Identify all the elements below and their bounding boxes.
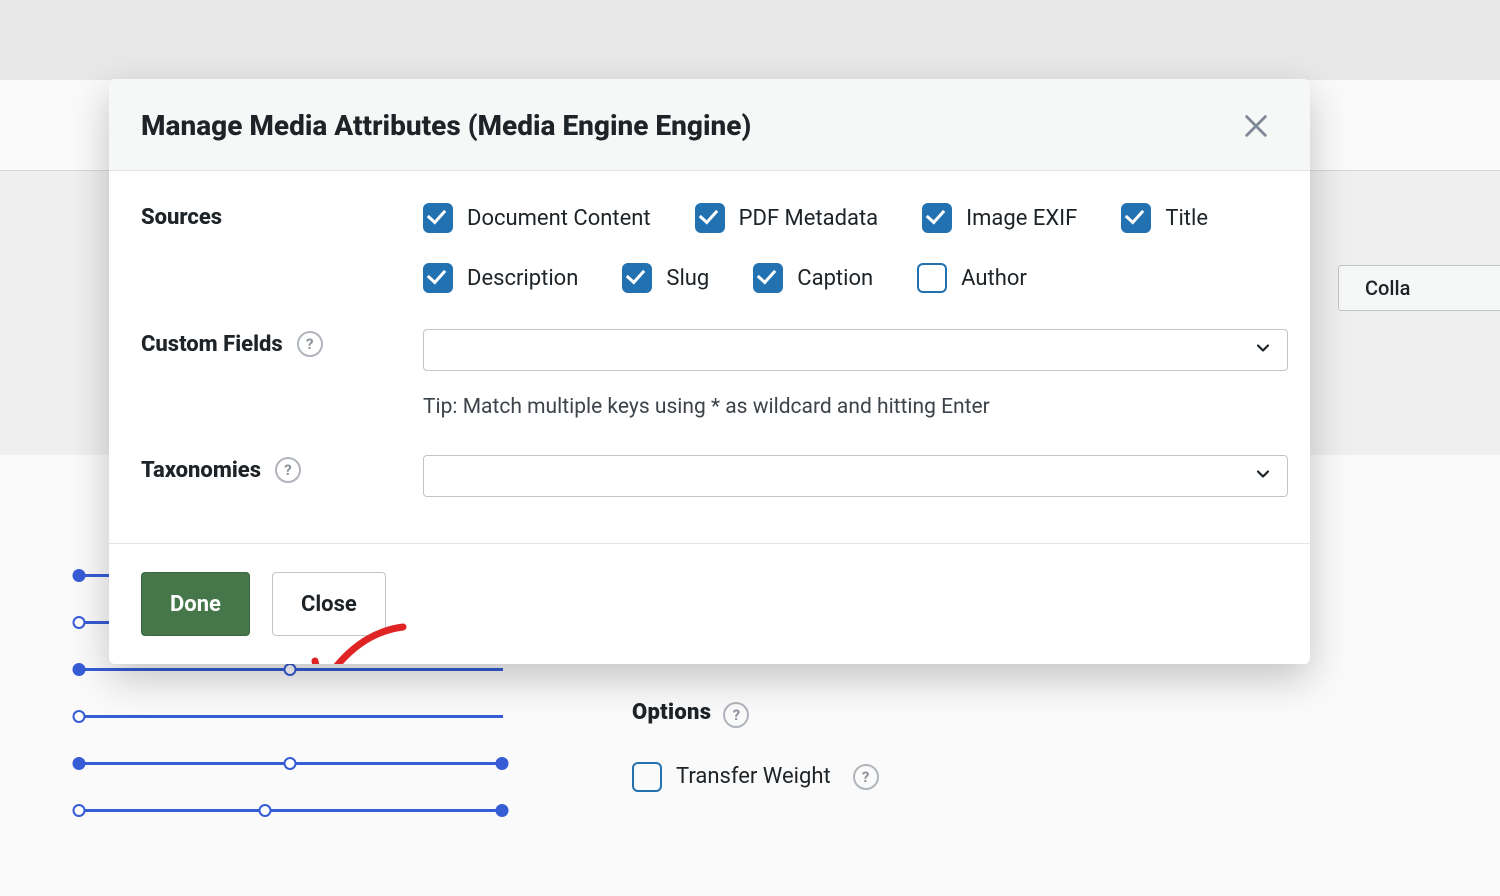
checkbox[interactable] bbox=[423, 263, 453, 293]
custom-fields-label: Custom Fields ? bbox=[141, 329, 413, 357]
source-pdf-metadata[interactable]: PDF Metadata bbox=[695, 203, 879, 233]
slider-handle[interactable] bbox=[73, 663, 86, 676]
close-button[interactable]: Close bbox=[272, 572, 386, 636]
option-label: Transfer Weight bbox=[676, 764, 831, 789]
custom-fields-tip: Tip: Match multiple keys using * as wild… bbox=[423, 395, 1288, 419]
checkbox[interactable] bbox=[1121, 203, 1151, 233]
help-icon[interactable]: ? bbox=[275, 457, 301, 483]
checkbox[interactable] bbox=[753, 263, 783, 293]
modal-footer: Done Close bbox=[109, 543, 1310, 664]
slider-handle[interactable] bbox=[73, 804, 86, 817]
options-section: Options ? Transfer Weight ? bbox=[632, 700, 879, 792]
done-button[interactable]: Done bbox=[141, 572, 250, 636]
bg-band bbox=[0, 0, 1500, 80]
slider-handle[interactable] bbox=[284, 757, 297, 770]
taxonomies-control bbox=[423, 455, 1288, 497]
slider[interactable] bbox=[70, 740, 510, 787]
modal-dialog: Manage Media Attributes (Media Engine En… bbox=[109, 79, 1310, 664]
slider[interactable] bbox=[70, 787, 510, 834]
sources-row: Sources Document Content PDF Metadata Imag… bbox=[141, 203, 1278, 293]
source-author[interactable]: Author bbox=[917, 263, 1027, 293]
collapse-button[interactable]: Colla bbox=[1338, 265, 1500, 311]
chevron-down-icon bbox=[1253, 464, 1273, 488]
taxonomies-label-text: Taxonomies bbox=[141, 458, 261, 483]
option-row: Transfer Weight ? bbox=[632, 762, 879, 792]
slider-handle[interactable] bbox=[259, 804, 272, 817]
slider-handle[interactable] bbox=[496, 804, 509, 817]
taxonomies-label: Taxonomies ? bbox=[141, 455, 413, 483]
slider-handle[interactable] bbox=[496, 757, 509, 770]
checkbox-label: Caption bbox=[797, 266, 873, 291]
options-title: Options bbox=[632, 700, 711, 725]
checkbox[interactable] bbox=[917, 263, 947, 293]
checkbox[interactable] bbox=[922, 203, 952, 233]
custom-fields-row: Custom Fields ? Tip: Match multiple keys… bbox=[141, 329, 1278, 419]
checkbox[interactable] bbox=[695, 203, 725, 233]
source-caption[interactable]: Caption bbox=[753, 263, 873, 293]
slider[interactable] bbox=[70, 693, 510, 740]
sources-controls: Document Content PDF Metadata Image EXIF Ti… bbox=[423, 203, 1278, 293]
checkbox-label: Document Content bbox=[467, 206, 651, 231]
slider-track bbox=[77, 715, 503, 718]
custom-fields-control: Tip: Match multiple keys using * as wild… bbox=[423, 329, 1288, 419]
checkbox-label: Description bbox=[467, 266, 578, 291]
source-document-content[interactable]: Document Content bbox=[423, 203, 651, 233]
checkbox-label: Slug bbox=[666, 266, 709, 291]
source-slug[interactable]: Slug bbox=[622, 263, 709, 293]
chevron-down-icon bbox=[1253, 338, 1273, 362]
custom-fields-select[interactable] bbox=[423, 329, 1288, 371]
sources-label: Sources bbox=[141, 203, 413, 230]
checkbox-label: PDF Metadata bbox=[739, 206, 879, 231]
close-icon[interactable] bbox=[1242, 112, 1270, 140]
checkbox-label: Image EXIF bbox=[966, 206, 1077, 231]
source-image-exif[interactable]: Image EXIF bbox=[922, 203, 1077, 233]
help-icon[interactable]: ? bbox=[723, 702, 749, 728]
taxonomies-select[interactable] bbox=[423, 455, 1288, 497]
custom-fields-label-text: Custom Fields bbox=[141, 332, 283, 357]
slider-handle[interactable] bbox=[73, 616, 86, 629]
modal-header: Manage Media Attributes (Media Engine En… bbox=[109, 79, 1310, 171]
checkbox[interactable] bbox=[423, 203, 453, 233]
slider-handle[interactable] bbox=[284, 663, 297, 676]
help-icon[interactable]: ? bbox=[853, 764, 879, 790]
slider-handle[interactable] bbox=[73, 569, 86, 582]
modal-title: Manage Media Attributes (Media Engine En… bbox=[141, 109, 751, 142]
checkbox[interactable] bbox=[622, 263, 652, 293]
checkbox-label: Title bbox=[1165, 206, 1208, 231]
help-icon[interactable]: ? bbox=[297, 331, 323, 357]
slider-track bbox=[77, 809, 503, 812]
modal-body: Sources Document Content PDF Metadata Imag… bbox=[109, 171, 1310, 543]
taxonomies-row: Taxonomies ? bbox=[141, 455, 1278, 497]
source-title[interactable]: Title bbox=[1121, 203, 1208, 233]
slider-handle[interactable] bbox=[73, 710, 86, 723]
source-description[interactable]: Description bbox=[423, 263, 578, 293]
checkbox-label: Author bbox=[961, 266, 1027, 291]
transfer-weight-checkbox[interactable] bbox=[632, 762, 662, 792]
slider-handle[interactable] bbox=[73, 757, 86, 770]
